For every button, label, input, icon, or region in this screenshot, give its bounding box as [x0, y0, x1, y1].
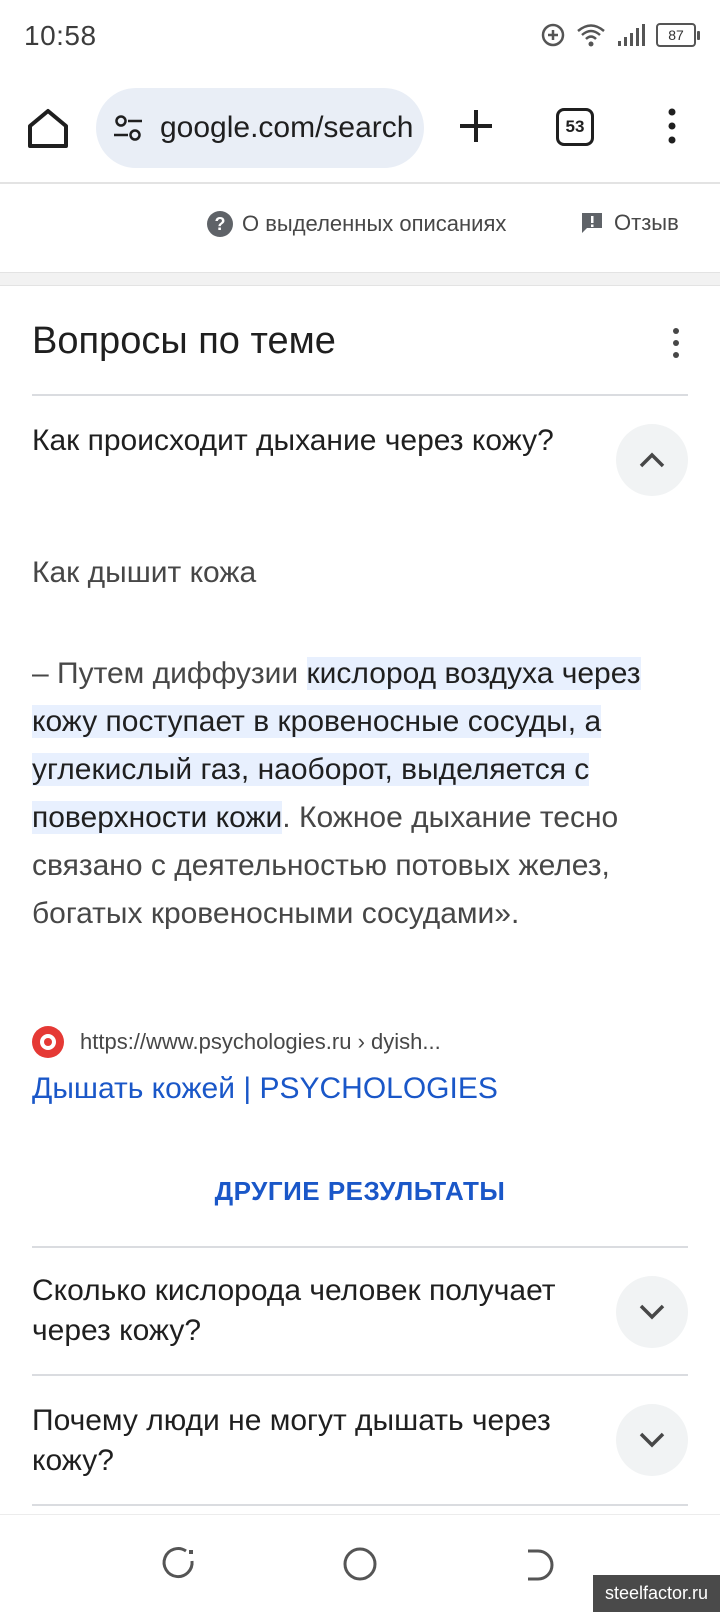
recent-apps-icon[interactable] [160, 1545, 198, 1583]
plus-icon[interactable] [456, 106, 496, 146]
feedback-icon [582, 213, 602, 233]
collapse-button[interactable] [616, 424, 688, 496]
divider [32, 1246, 688, 1248]
tune-icon[interactable] [112, 112, 144, 144]
home-icon[interactable] [26, 106, 70, 150]
more-vert-icon[interactable] [666, 326, 686, 360]
wifi-icon [577, 24, 605, 47]
tab-switcher-button[interactable]: 53 [556, 108, 594, 146]
more-vert-icon[interactable] [660, 106, 684, 146]
question-expanded[interactable]: Как происходит дыхание через кожу? [32, 421, 592, 461]
section-title: Вопросы по теме [32, 320, 336, 362]
question-item[interactable]: Почему люди не могут дышать через кожу? [32, 1401, 592, 1481]
snippet-info-row: ? О выделенных описаниях Отзыв [0, 186, 720, 272]
answer-prefix: – Путем диффузии [32, 657, 307, 690]
status-time: 10:58 [24, 20, 97, 51]
url-text: google.com/search [160, 111, 414, 144]
data-saver-icon [541, 23, 565, 47]
signal-icon [618, 24, 645, 46]
about-label: О выделенных описаниях [242, 211, 507, 236]
answer-text: – Путем диффузии кислород воздуха через … [32, 650, 682, 938]
home-nav-icon[interactable] [341, 1545, 379, 1583]
site-favicon [32, 1026, 64, 1058]
chevron-down-icon [639, 1432, 665, 1448]
chevron-up-icon [639, 452, 665, 468]
answer-heading: Как дышит кожа [32, 556, 257, 589]
help-icon: ? [207, 211, 233, 237]
expand-button[interactable] [616, 1276, 688, 1348]
status-bar: 10:58 87 [0, 0, 720, 76]
expand-button[interactable] [616, 1404, 688, 1476]
address-bar[interactable]: google.com/search [96, 88, 424, 168]
feedback-link[interactable]: Отзыв [580, 210, 679, 236]
tab-count: 53 [565, 117, 585, 136]
source-row[interactable]: https://www.psychologies.ru › dyish... [32, 1026, 441, 1058]
battery-level: 87 [668, 27, 684, 43]
more-results-button[interactable]: ДРУГИЕ РЕЗУЛЬТАТЫ [0, 1176, 720, 1207]
question-item[interactable]: Сколько кислорода человек получает через… [32, 1271, 592, 1351]
divider [32, 1504, 688, 1506]
battery-icon: 87 [656, 23, 700, 47]
watermark: steelfactor.ru [592, 1575, 720, 1612]
result-title-link[interactable]: Дышать кожей | PSYCHOLOGIES [32, 1072, 498, 1106]
chevron-down-icon [639, 1304, 665, 1320]
divider [32, 394, 688, 396]
system-nav-bar: steelfactor.ru [0, 1514, 720, 1612]
back-icon[interactable] [522, 1545, 560, 1583]
divider [32, 1374, 688, 1376]
section-separator [0, 272, 720, 286]
browser-toolbar: google.com/search 53 [0, 76, 720, 184]
about-featured-snippets-link[interactable]: ? О выделенных описаниях [206, 210, 506, 238]
status-icons: 87 [540, 22, 700, 48]
feedback-label: Отзыв [614, 210, 679, 235]
source-url: https://www.psychologies.ru › dyish... [80, 1029, 441, 1054]
svg-text:?: ? [215, 214, 226, 234]
